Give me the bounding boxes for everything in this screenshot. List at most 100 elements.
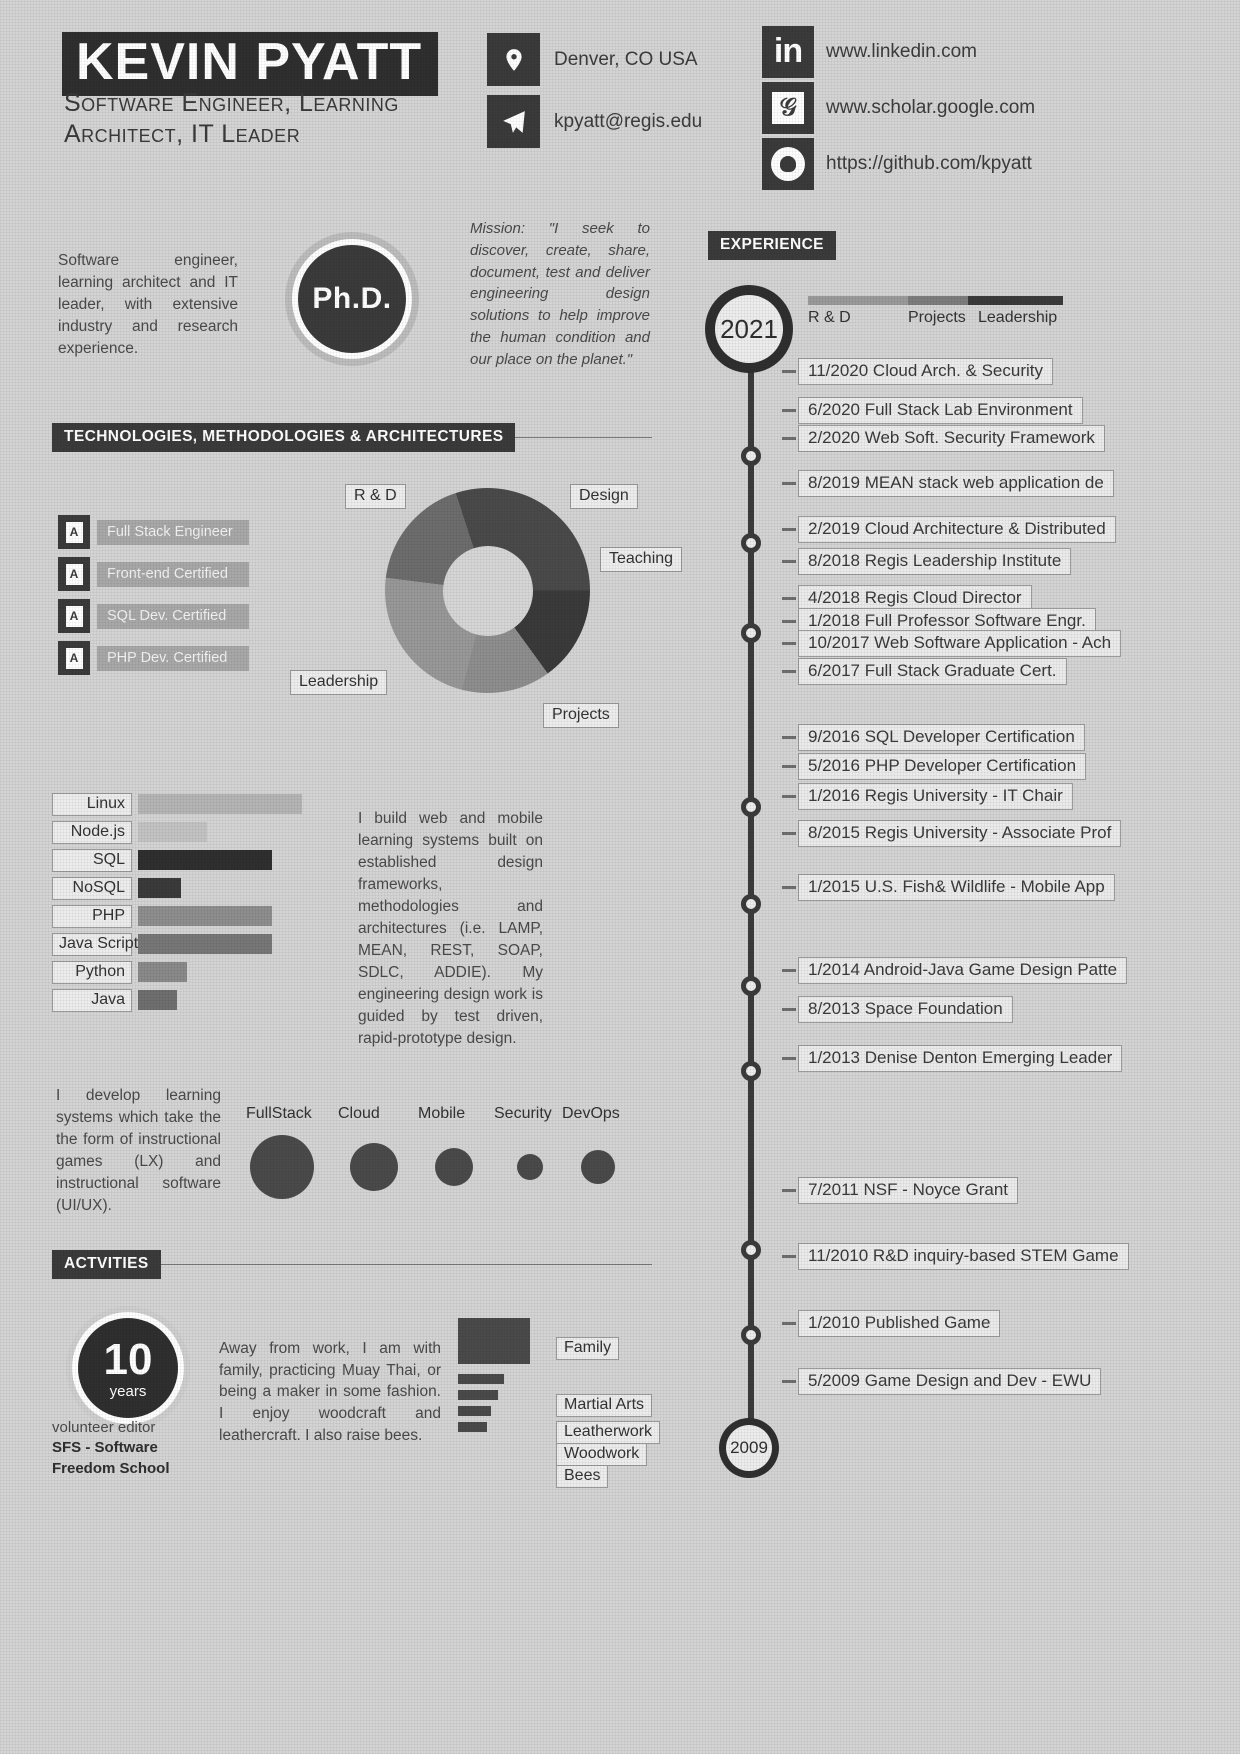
timeline-item-label[interactable]: 1/2015 U.S. Fish& Wildlife - Mobile App — [798, 874, 1115, 901]
timeline-item[interactable]: 8/2015 Regis University - Associate Prof — [782, 820, 1122, 847]
timeline-item[interactable]: 11/2010 R&D inquiry-based STEM Game — [782, 1243, 1129, 1270]
timeline-node — [741, 1061, 761, 1081]
interest-label-bees: Bees — [556, 1465, 609, 1488]
contact-email[interactable]: kpyatt@regis.edu — [487, 95, 702, 148]
interest-bar — [458, 1318, 530, 1364]
timeline-item-label[interactable]: 7/2011 NSF - Noyce Grant — [798, 1177, 1018, 1204]
timeline-item-label[interactable]: 8/2015 Regis University - Associate Prof — [798, 820, 1122, 847]
timeline-item-label[interactable]: 5/2016 PHP Developer Certification — [798, 753, 1087, 780]
timeline-item[interactable]: 2/2019 Cloud Architecture & Distributed — [782, 516, 1116, 543]
build-description: I build web and mobile learning systems … — [358, 810, 543, 1047]
timeline-item[interactable]: 1/2010 Published Game — [782, 1310, 1001, 1337]
skill-track — [138, 794, 302, 814]
timeline-item[interactable]: 5/2009 Game Design and Dev - EWU — [782, 1368, 1102, 1395]
legend-swatch — [908, 296, 968, 305]
timeline-item[interactable]: 1/2014 Android-Java Game Design Patte — [782, 957, 1128, 984]
skill-label: Java — [52, 988, 132, 1012]
timeline-item[interactable]: 8/2013 Space Foundation — [782, 996, 1013, 1023]
skill-bar — [138, 878, 181, 898]
timeline-item-label[interactable]: 9/2016 SQL Developer Certification — [798, 724, 1085, 751]
skill-track — [138, 990, 302, 1010]
skill-bar — [138, 822, 207, 842]
domain-bubble — [435, 1148, 473, 1186]
timeline-item-label[interactable]: 2/2020 Web Soft. Security Framework — [798, 425, 1105, 452]
timeline-item-label[interactable]: 1/2016 Regis University - IT Chair — [798, 783, 1073, 810]
timeline-item-label[interactable]: 1/2013 Denise Denton Emerging Leader — [798, 1045, 1123, 1072]
timeline-item-label[interactable]: 8/2019 MEAN stack web application de — [798, 470, 1114, 497]
timeline-item[interactable]: 9/2016 SQL Developer Certification — [782, 724, 1085, 751]
timeline-connector — [782, 969, 796, 972]
legend-swatch — [808, 296, 908, 305]
domain-bubble-label: FullStack — [246, 1105, 312, 1122]
skill-bar — [138, 794, 302, 814]
timeline-connector — [782, 795, 796, 798]
certificate-icon: A — [58, 599, 90, 633]
timeline-item[interactable]: 8/2019 MEAN stack web application de — [782, 470, 1114, 497]
timeline-connector — [782, 1008, 796, 1011]
timeline-start-year: 2021 — [715, 295, 783, 363]
link-github-text[interactable]: https://github.com/kpyatt — [826, 153, 1032, 175]
timeline-item-label[interactable]: 6/2020 Full Stack Lab Environment — [798, 397, 1083, 424]
timeline-connector — [782, 765, 796, 768]
legend-label-leadership: Leadership — [978, 309, 1058, 326]
timeline-item[interactable]: 10/2017 Web Software Application - Ach — [782, 630, 1122, 657]
timeline-legend-names: R & D Projects Leadership — [808, 309, 1063, 327]
timeline-item[interactable]: 7/2011 NSF - Noyce Grant — [782, 1177, 1018, 1204]
years-badge-number: 10 — [103, 1334, 153, 1384]
timeline-item[interactable]: 11/2020 Cloud Arch. & Security — [782, 358, 1053, 385]
volunteer-org-line1: SFS - Software — [52, 1439, 158, 1457]
timeline-connector — [782, 528, 796, 531]
timeline-item-label[interactable]: 1/2014 Android-Java Game Design Patte — [798, 957, 1128, 984]
timeline-connector — [782, 670, 796, 673]
domain-bubble-chart: FullStack Cloud Mobile Security DevOps — [246, 1105, 660, 1215]
skill-bar — [138, 850, 273, 870]
skill-track — [138, 878, 302, 898]
timeline-item-label[interactable]: 5/2009 Game Design and Dev - EWU — [798, 1368, 1102, 1395]
timeline-node — [741, 533, 761, 553]
timeline-item[interactable]: 1/2013 Denise Denton Emerging Leader — [782, 1045, 1123, 1072]
skill-row: Linux — [52, 790, 302, 818]
skill-row: Java — [52, 986, 302, 1014]
timeline-item-label[interactable]: 8/2018 Regis Leadership Institute — [798, 548, 1072, 575]
interest-label-leatherwork: Leatherwork — [556, 1421, 661, 1444]
timeline-item-label[interactable]: 11/2010 R&D inquiry-based STEM Game — [798, 1243, 1129, 1270]
link-linkedin-text[interactable]: www.linkedin.com — [826, 41, 977, 63]
timeline-connector — [782, 1322, 796, 1325]
timeline-item[interactable]: 1/2015 U.S. Fish& Wildlife - Mobile App — [782, 874, 1115, 901]
section-header-experience: EXPERIENCE — [708, 231, 836, 260]
timeline-item-label[interactable]: 1/2010 Published Game — [798, 1310, 1001, 1337]
skill-track — [138, 934, 302, 954]
certification-label: PHP Dev. Certified — [97, 645, 249, 671]
timeline-connector — [782, 736, 796, 739]
contact-email-text[interactable]: kpyatt@regis.edu — [554, 111, 702, 133]
activities-description: Away from work, I am with family, practi… — [219, 1340, 441, 1444]
timeline-item[interactable]: 6/2017 Full Stack Graduate Cert. — [782, 658, 1067, 685]
section-header-rule — [160, 1264, 652, 1265]
donut-label-teaching: Teaching — [600, 547, 683, 572]
timeline-connector — [782, 1189, 796, 1192]
skill-label: SQL — [52, 848, 132, 872]
link-google-scholar[interactable]: 𝒢 www.scholar.google.com — [762, 82, 1035, 134]
link-linkedin[interactable]: in www.linkedin.com — [762, 26, 1035, 78]
link-github[interactable]: https://github.com/kpyatt — [762, 138, 1035, 190]
timeline-node — [741, 446, 761, 466]
timeline-item[interactable]: 1/2016 Regis University - IT Chair — [782, 783, 1073, 810]
timeline-item[interactable]: 8/2018 Regis Leadership Institute — [782, 548, 1072, 575]
donut-label-projects: Projects — [543, 703, 619, 728]
list-item: A PHP Dev. Certified — [58, 641, 249, 675]
paper-plane-icon — [487, 95, 540, 148]
timeline-item-label[interactable]: 2/2019 Cloud Architecture & Distributed — [798, 516, 1116, 543]
timeline-item-label[interactable]: 11/2020 Cloud Arch. & Security — [798, 358, 1053, 385]
link-google-scholar-text[interactable]: www.scholar.google.com — [826, 97, 1035, 119]
timeline-item[interactable]: 5/2016 PHP Developer Certification — [782, 753, 1087, 780]
timeline-item-label[interactable]: 8/2013 Space Foundation — [798, 996, 1013, 1023]
github-icon — [762, 138, 814, 190]
timeline-item-label[interactable]: 6/2017 Full Stack Graduate Cert. — [798, 658, 1067, 685]
timeline-item[interactable]: 6/2020 Full Stack Lab Environment — [782, 397, 1083, 424]
timeline-item-label[interactable]: 10/2017 Web Software Application - Ach — [798, 630, 1122, 657]
timeline-item[interactable]: 2/2020 Web Soft. Security Framework — [782, 425, 1105, 452]
contact-list: Denver, CO USA kpyatt@regis.edu — [487, 33, 702, 157]
interest-bar — [458, 1390, 499, 1400]
interests-bar-chart — [458, 1318, 530, 1432]
skill-bar — [138, 906, 273, 926]
